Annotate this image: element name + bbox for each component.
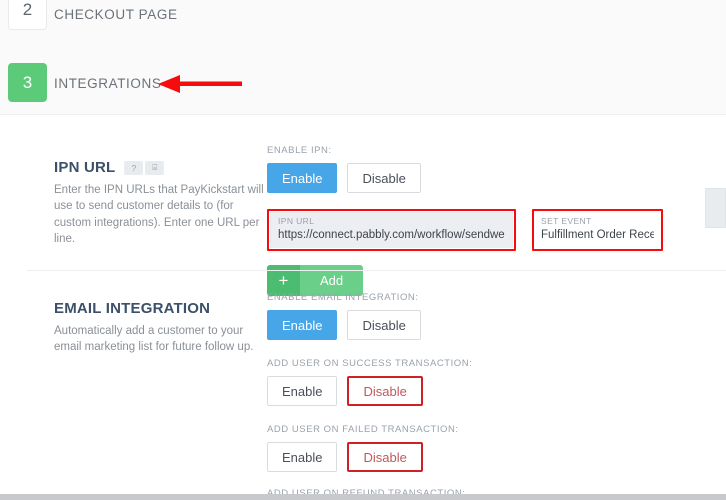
step-rail: 2 CHECKOUT PAGE 3 INTEGRATIONS — [0, 0, 726, 115]
add-user-failed-disable-button[interactable]: Disable — [347, 442, 423, 472]
email-integration-description: Automatically add a customer to your ema… — [54, 325, 254, 354]
enable-email-integration-label: ENABLE EMAIL INTEGRATION: — [267, 292, 419, 303]
red-arrow-annotation-icon — [158, 75, 242, 93]
section-email-integration: EMAIL INTEGRATION Automatically add a cu… — [27, 270, 726, 500]
enable-ipn-toggle-group: Enable Disable — [267, 163, 726, 193]
step-label-integrations[interactable]: INTEGRATIONS — [54, 76, 161, 91]
add-user-success-toggle-group: Enable Disable — [267, 376, 726, 406]
ipn-url-input[interactable]: IPN URL https://connect.pabbly.com/workf… — [270, 212, 513, 248]
add-user-success-disable-button[interactable]: Disable — [347, 376, 423, 406]
set-event-value: Fulfillment Order Received — [541, 229, 654, 241]
set-event-select[interactable]: SET EVENT Fulfillment Order Received — [535, 212, 660, 248]
add-user-success-enable-button[interactable]: Enable — [267, 376, 338, 406]
page-title-email-integration: EMAIL INTEGRATION — [54, 300, 211, 317]
enable-email-integration-button[interactable]: Enable — [267, 310, 338, 340]
add-user-failed-enable-button[interactable]: Enable — [267, 442, 338, 472]
integrations-content: IPN URL ? ⌸ Enter the IPN URLs that PayK… — [27, 115, 726, 500]
ipn-url-highlight-box: IPN URL https://connect.pabbly.com/workf… — [267, 209, 516, 251]
ipn-url-title-row: IPN URL ? ⌸ — [54, 159, 267, 176]
section-ipn-url: IPN URL ? ⌸ Enter the IPN URLs that PayK… — [27, 115, 726, 296]
page-title-ipn-url: IPN URL — [54, 159, 116, 176]
step-marker-3[interactable]: 3 — [8, 63, 47, 102]
ipn-url-badges: ? ⌸ — [124, 160, 165, 175]
ipn-url-description: Enter the IPN URLs that PayKickstart wil… — [54, 184, 264, 245]
add-user-success-block: ADD USER ON SUCCESS TRANSACTION: Enable … — [267, 358, 726, 406]
integrations-page: 2 CHECKOUT PAGE 3 INTEGRATIONS IPN URL ?… — [0, 0, 726, 500]
disable-ipn-button[interactable]: Disable — [347, 163, 421, 193]
screen-icon[interactable]: ⌸ — [145, 160, 165, 175]
ipn-url-description-column: IPN URL ? ⌸ Enter the IPN URLs that PayK… — [27, 137, 267, 270]
step-number-3: 3 — [22, 72, 33, 92]
enable-email-integration-toggle-group: Enable Disable — [267, 310, 726, 340]
step-number-2: 2 — [22, 0, 33, 19]
email-integration-title-row: EMAIL INTEGRATION — [54, 300, 267, 317]
ipn-url-input-label: IPN URL — [278, 216, 315, 226]
step-label-checkout-page[interactable]: CHECKOUT PAGE — [54, 7, 178, 22]
right-edge-panel — [705, 188, 726, 228]
set-event-highlight-box: SET EVENT Fulfillment Order Received — [532, 209, 663, 251]
help-icon[interactable]: ? — [124, 160, 144, 175]
add-user-failed-label: ADD USER ON FAILED TRANSACTION: — [267, 424, 459, 435]
set-event-label: SET EVENT — [541, 216, 592, 226]
email-integration-description-column: EMAIL INTEGRATION Automatically add a cu… — [27, 270, 267, 500]
email-integration-controls-column: ENABLE EMAIL INTEGRATION: Enable Disable… — [267, 270, 726, 500]
ipn-url-input-value: https://connect.pabbly.com/workflow/send… — [278, 229, 505, 241]
add-user-success-label: ADD USER ON SUCCESS TRANSACTION: — [267, 358, 473, 369]
enable-ipn-button[interactable]: Enable — [267, 163, 338, 193]
step-marker-2[interactable]: 2 — [8, 0, 47, 30]
disable-email-integration-button[interactable]: Disable — [347, 310, 421, 340]
add-user-failed-toggle-group: Enable Disable — [267, 442, 726, 472]
ipn-url-entry-row: IPN URL https://connect.pabbly.com/workf… — [267, 209, 726, 251]
enable-ipn-label: ENABLE IPN: — [267, 145, 332, 156]
horizontal-scrollbar[interactable] — [0, 494, 726, 500]
add-user-failed-block: ADD USER ON FAILED TRANSACTION: Enable D… — [267, 424, 726, 472]
ipn-url-controls-column: ENABLE IPN: Enable Disable IPN URL https… — [267, 137, 726, 296]
